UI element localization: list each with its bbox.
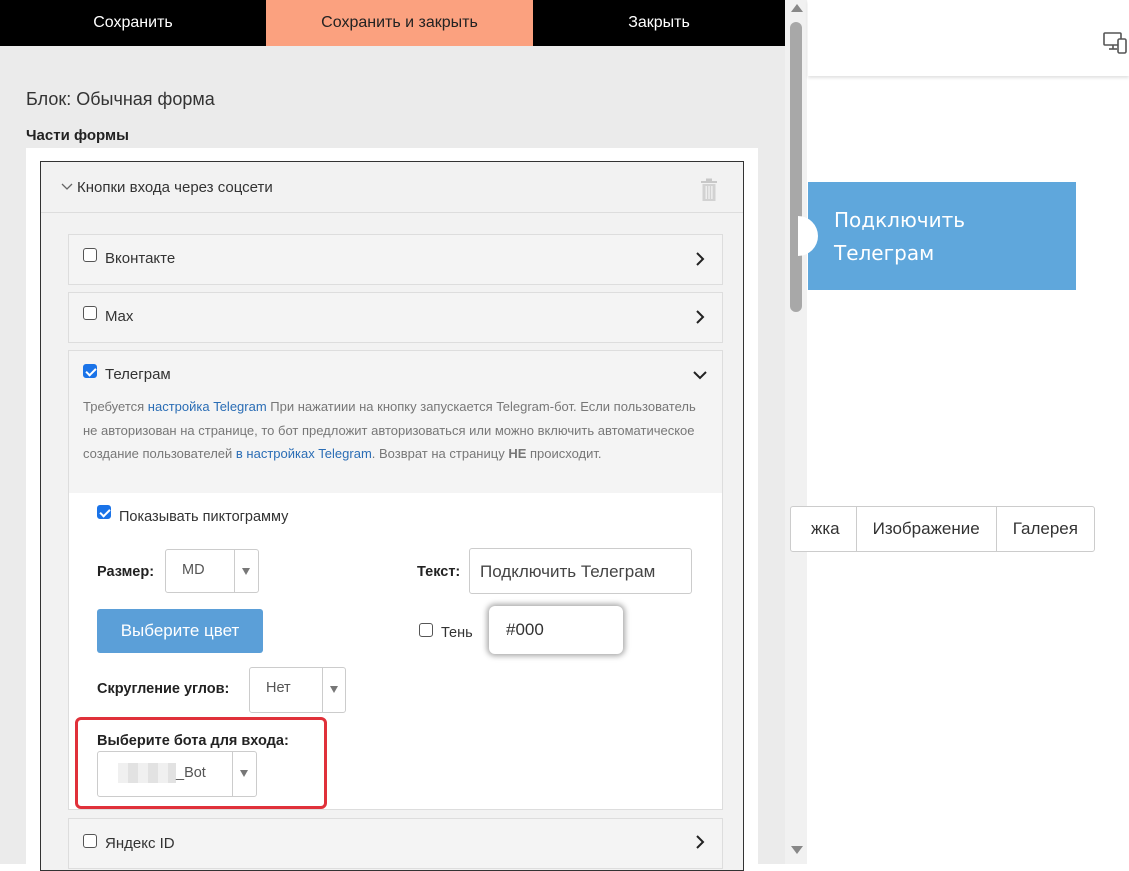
save-and-close-button[interactable]: Сохранить и закрыть bbox=[266, 0, 533, 46]
chevron-right-icon[interactable] bbox=[693, 310, 707, 324]
editor-scrollbar[interactable] bbox=[785, 0, 807, 864]
tab-partial[interactable]: жка bbox=[791, 507, 857, 551]
dropdown-arrow-icon bbox=[240, 770, 248, 777]
size-label: Размер: bbox=[97, 564, 155, 580]
show-icon-label: Показывать пиктограмму bbox=[119, 509, 289, 525]
tab-gallery[interactable]: Галерея bbox=[997, 507, 1094, 551]
social-item-yandex-id[interactable]: Яндекс ID bbox=[68, 818, 723, 869]
telegram-button-preview-text: Подключить Телеграм bbox=[834, 208, 966, 265]
size-select[interactable]: MD bbox=[165, 549, 259, 593]
tab-image[interactable]: Изображение bbox=[857, 507, 997, 551]
bot-select[interactable]: _Bot bbox=[97, 751, 257, 797]
rounding-label: Скругление углов: bbox=[97, 681, 230, 697]
devices-icon[interactable] bbox=[1103, 32, 1127, 54]
telegram-settings-link[interactable]: настройка Telegram bbox=[148, 399, 267, 414]
chevron-right-icon[interactable] bbox=[693, 835, 707, 849]
text-label: Текст: bbox=[417, 564, 461, 580]
pick-color-button[interactable]: Выберите цвет bbox=[97, 609, 263, 653]
telegram-checkbox[interactable] bbox=[83, 364, 97, 378]
telegram-button-preview[interactable]: Подключить Телеграм bbox=[798, 182, 1076, 290]
scroll-up-arrow-icon[interactable] bbox=[791, 4, 803, 12]
chevron-down-icon[interactable] bbox=[61, 180, 73, 192]
social-login-group: Кнопки входа через соцсети Вконтакте Max… bbox=[40, 161, 744, 871]
scroll-down-arrow-icon[interactable] bbox=[791, 846, 803, 854]
shadow-color-input[interactable]: #000 bbox=[489, 606, 623, 654]
editor-toolbar: Сохранить Сохранить и закрыть Закрыть bbox=[0, 0, 785, 46]
max-checkbox[interactable] bbox=[83, 306, 97, 320]
shadow-checkbox[interactable] bbox=[419, 623, 433, 637]
social-item-max[interactable]: Max bbox=[68, 292, 723, 343]
telegram-settings-link-2[interactable]: в настройках Telegram bbox=[236, 446, 372, 461]
vkontakte-label: Вконтакте bbox=[105, 250, 176, 267]
telegram-settings-body: Показывать пиктограмму Размер: MD Текст:… bbox=[69, 493, 722, 809]
telegram-label: Телеграм bbox=[105, 366, 171, 383]
block-title: Блок: Обычная форма bbox=[26, 89, 215, 109]
max-label: Max bbox=[105, 308, 134, 325]
social-login-group-header[interactable]: Кнопки входа через соцсети bbox=[41, 162, 743, 213]
chevron-right-icon[interactable] bbox=[693, 252, 707, 266]
social-item-vkontakte[interactable]: Вконтакте bbox=[68, 234, 723, 285]
redacted-bot-name bbox=[118, 763, 176, 783]
preview-tabs: жка Изображение Галерея bbox=[790, 506, 1095, 552]
social-item-telegram: Телеграм Требуется настройка Telegram Пр… bbox=[68, 350, 723, 810]
form-parts-label: Части формы bbox=[26, 127, 129, 144]
trash-icon[interactable] bbox=[699, 178, 719, 202]
yandex-id-checkbox[interactable] bbox=[83, 834, 97, 848]
social-login-group-title: Кнопки входа через соцсети bbox=[77, 179, 273, 196]
vkontakte-checkbox[interactable] bbox=[83, 248, 97, 262]
preview-header bbox=[808, 0, 1129, 76]
chevron-down-icon[interactable] bbox=[693, 368, 707, 382]
yandex-id-label: Яндекс ID bbox=[105, 835, 175, 852]
telegram-description: Требуется настройка Telegram При нажатии… bbox=[83, 399, 696, 461]
close-button[interactable]: Закрыть bbox=[533, 0, 785, 46]
rounding-select[interactable]: Нет bbox=[249, 667, 346, 713]
shadow-label: Тень bbox=[441, 625, 473, 641]
save-button[interactable]: Сохранить bbox=[0, 0, 266, 46]
preview-notch bbox=[798, 216, 818, 256]
scrollbar-thumb[interactable] bbox=[790, 22, 802, 312]
button-text-input[interactable]: Подключить Телеграм bbox=[469, 548, 692, 594]
show-icon-checkbox[interactable] bbox=[97, 505, 111, 519]
bot-label: Выберите бота для входа: bbox=[97, 733, 289, 749]
dropdown-arrow-icon bbox=[242, 568, 250, 575]
dropdown-arrow-icon bbox=[330, 686, 338, 693]
